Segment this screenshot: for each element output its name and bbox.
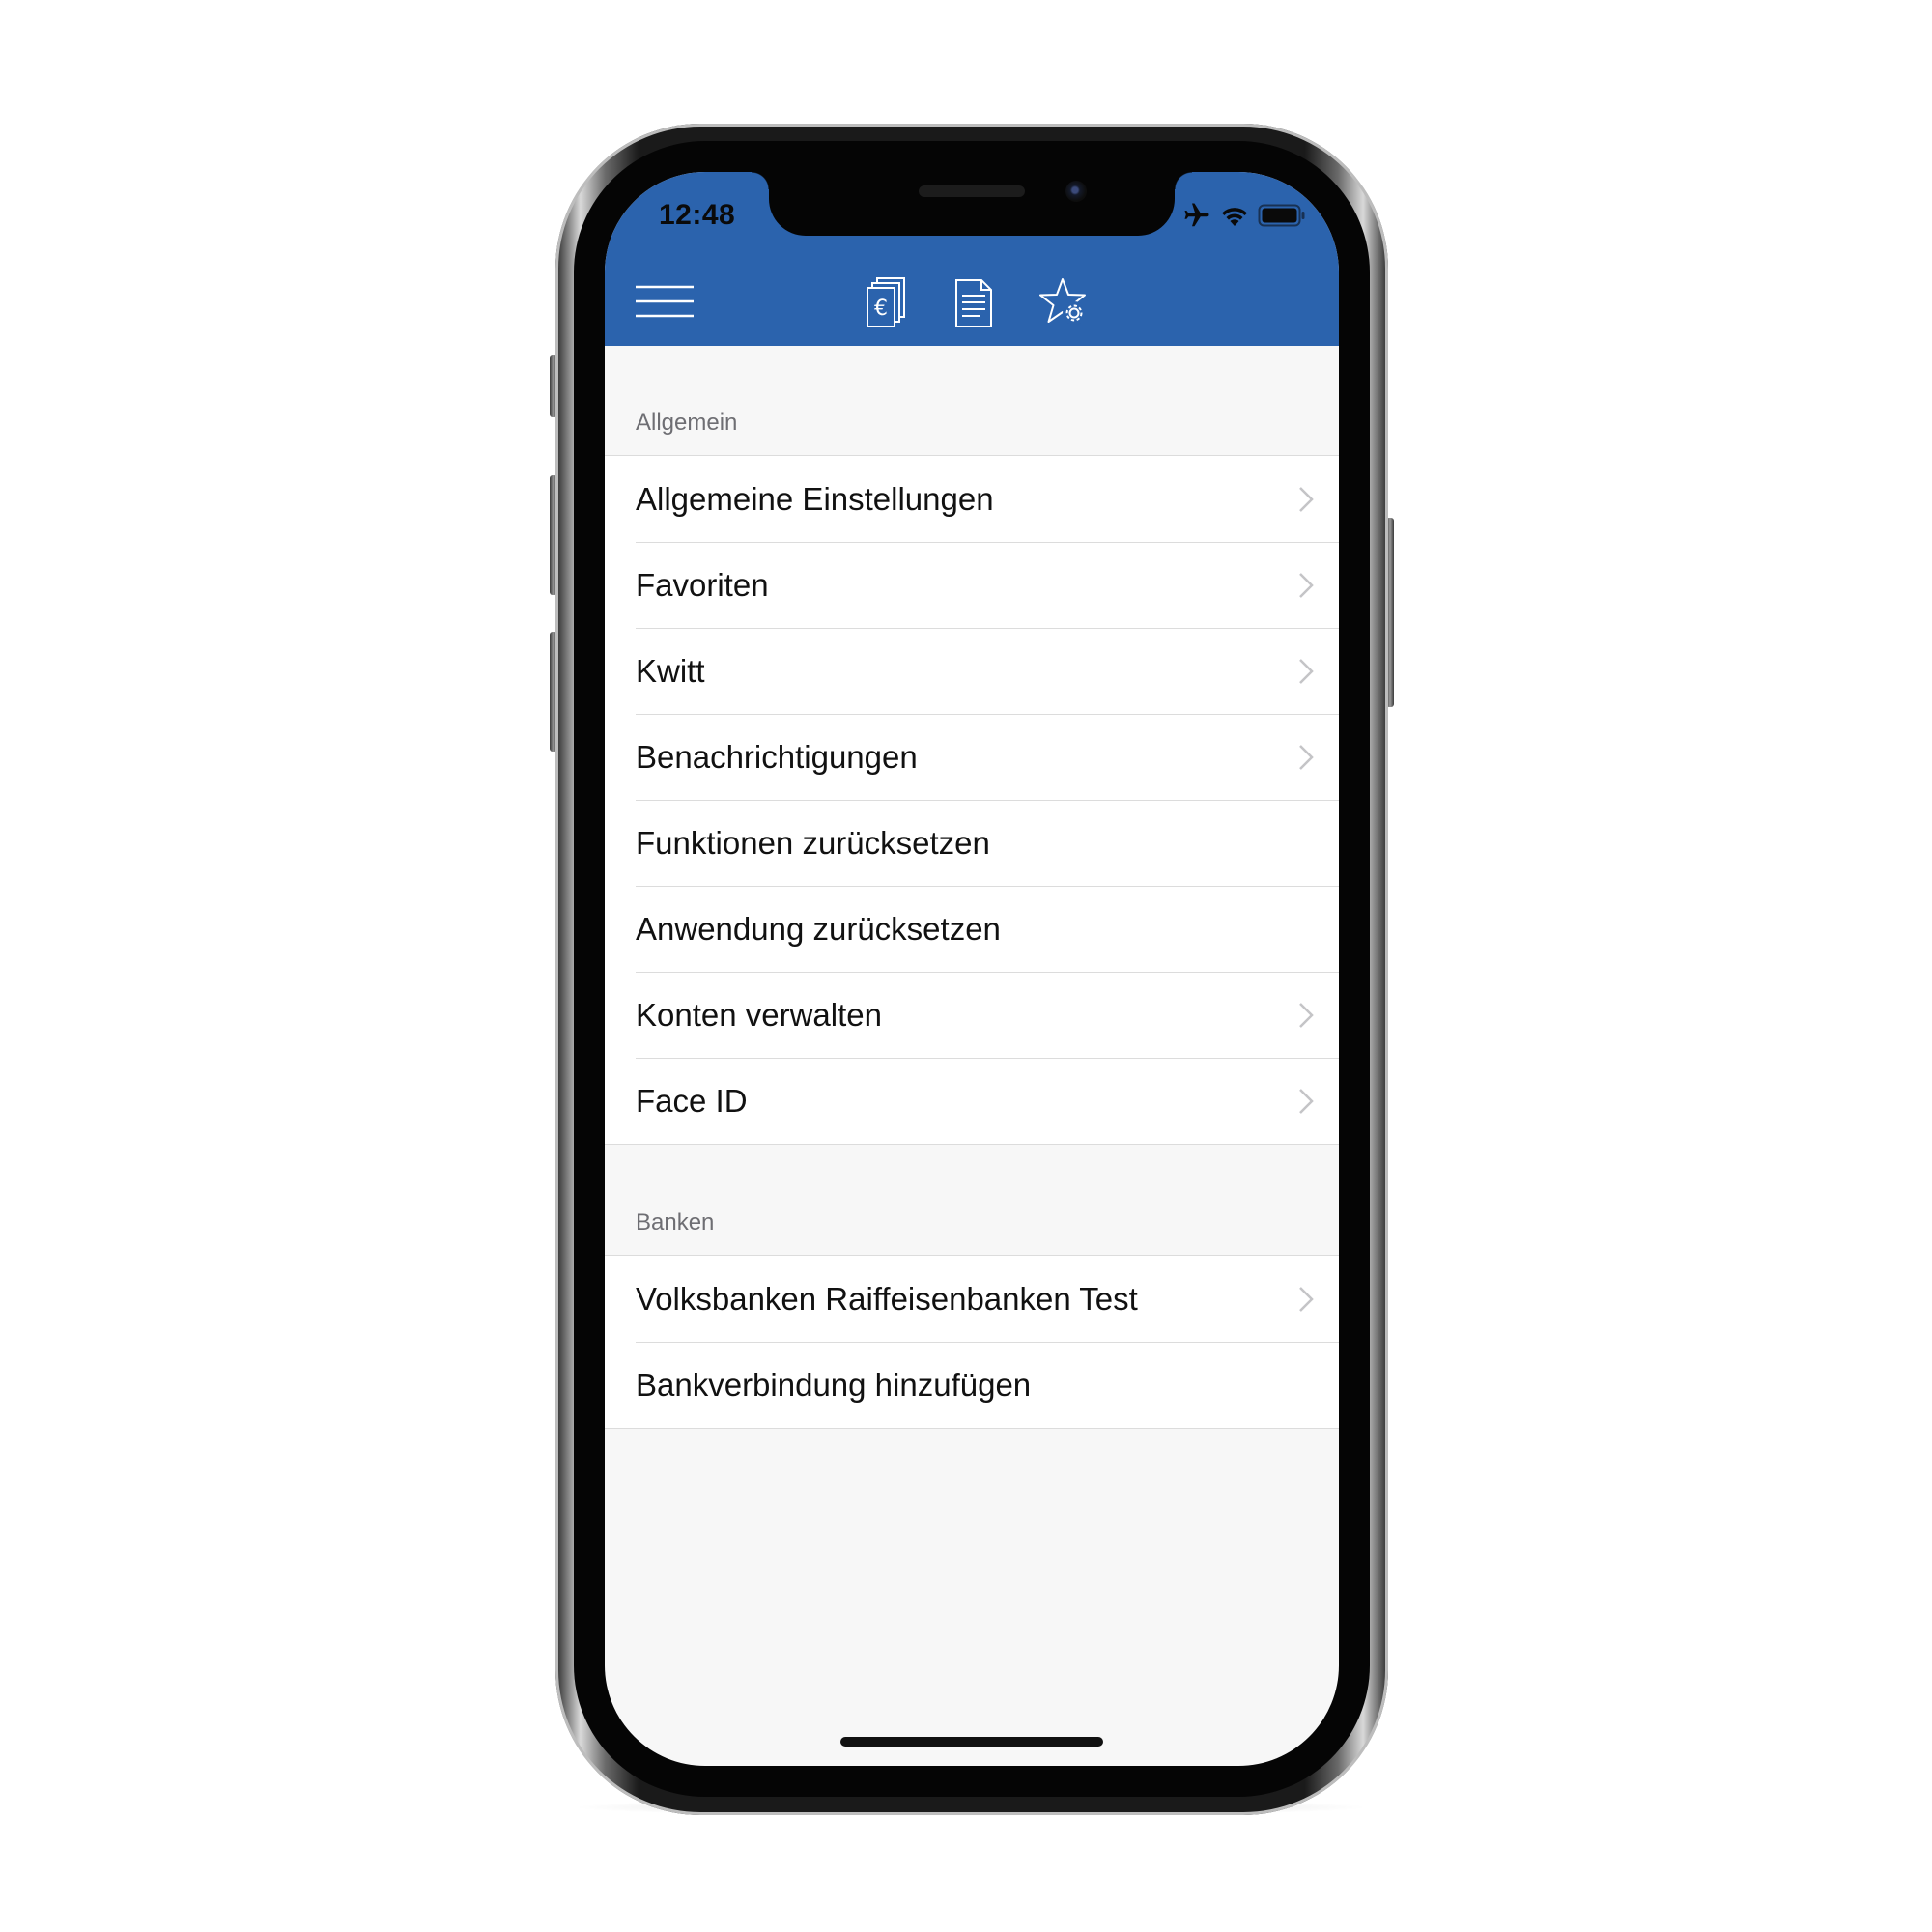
front-camera [1065, 181, 1087, 202]
wifi-icon [1222, 208, 1247, 226]
section-header-allgemein: Allgemein [636, 410, 738, 436]
euro-documents-icon[interactable]: € [866, 276, 908, 328]
list-item-label: Benachrichtigungen [636, 738, 918, 775]
battery-icon [1258, 204, 1305, 227]
settings-group-allgemein: Allgemeine Einstellungen Favoriten Kwitt… [605, 455, 1339, 1145]
chevron-right-icon [1299, 1286, 1314, 1312]
list-item-anwendung-zuruecksetzen[interactable]: Anwendung zurücksetzen [605, 886, 1339, 972]
list-item-label: Volksbanken Raiffeisenbanken Test [636, 1280, 1138, 1317]
chevron-right-icon [1299, 744, 1314, 770]
list-item-label: Konten verwalten [636, 996, 882, 1033]
list-item-kwitt[interactable]: Kwitt [605, 628, 1339, 714]
list-item-label: Anwendung zurücksetzen [636, 910, 1001, 947]
list-item-allgemeine-einstellungen[interactable]: Allgemeine Einstellungen [605, 456, 1339, 542]
chevron-right-icon [1299, 486, 1314, 512]
list-item-benachrichtigungen[interactable]: Benachrichtigungen [605, 714, 1339, 800]
airplane-mode-icon [1184, 203, 1209, 227]
list-item-label: Funktionen zurücksetzen [636, 824, 990, 861]
star-settings-icon[interactable] [1039, 276, 1090, 328]
chevron-right-icon [1299, 572, 1314, 598]
phone-screen: 12:48 € Allgemein Allgemeine Einstellung… [605, 172, 1339, 1766]
list-item-label: Bankverbindung hinzufügen [636, 1366, 1032, 1403]
settings-group-banken: Volksbanken Raiffeisenbanken Test Bankve… [605, 1255, 1339, 1429]
home-indicator[interactable] [840, 1737, 1103, 1747]
chevron-right-icon [1299, 658, 1314, 684]
list-item-bankverbindung-hinzufuegen[interactable]: Bankverbindung hinzufügen [605, 1342, 1339, 1428]
status-icons [1182, 201, 1306, 230]
section-header-banken: Banken [636, 1209, 715, 1236]
list-item-label: Allgemeine Einstellungen [636, 480, 994, 517]
list-item-konten-verwalten[interactable]: Konten verwalten [605, 972, 1339, 1058]
list-item-label: Favoriten [636, 566, 769, 603]
chevron-right-icon [1299, 1088, 1314, 1114]
list-item-favoriten[interactable]: Favoriten [605, 542, 1339, 628]
list-item-funktionen-zuruecksetzen[interactable]: Funktionen zurücksetzen [605, 800, 1339, 886]
svg-text:€: € [874, 297, 888, 321]
status-time: 12:48 [659, 199, 736, 231]
speaker-grille [919, 185, 1025, 197]
list-item-label: Kwitt [636, 652, 705, 689]
navigation-bar: 12:48 € [605, 172, 1339, 346]
list-item-volksbanken-raiffeisenbanken-test[interactable]: Volksbanken Raiffeisenbanken Test [605, 1256, 1339, 1342]
document-icon[interactable] [954, 278, 993, 328]
list-item-label: Face ID [636, 1082, 748, 1119]
stage: 12:48 € Allgemein Allgemeine Einstellung… [0, 0, 1932, 1932]
notch [752, 172, 1192, 236]
hamburger-menu-icon[interactable] [634, 284, 696, 319]
chevron-right-icon [1299, 1002, 1314, 1028]
list-item-face-id[interactable]: Face ID [605, 1058, 1339, 1144]
